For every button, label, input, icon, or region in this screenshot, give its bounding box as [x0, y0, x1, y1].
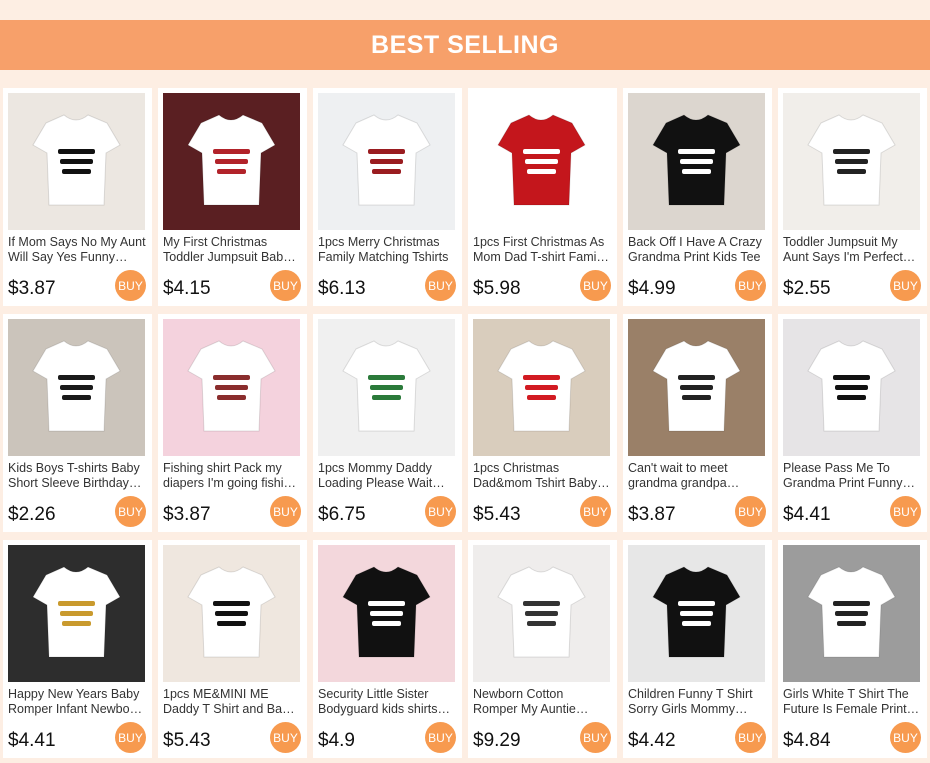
product-price: $3.87 — [163, 504, 211, 525]
product-card[interactable]: Kids Boys T-shirts Baby Short Sleeve Bir… — [3, 314, 152, 532]
product-name[interactable]: Fishing shirt Pack my diapers I'm going … — [163, 461, 301, 491]
product-name[interactable]: 1pcs ME&MINI ME Daddy T Shirt and Baby R… — [163, 687, 301, 717]
product-card[interactable]: Girls White T Shirt The Future Is Female… — [778, 540, 927, 758]
product-price: $4.41 — [783, 504, 831, 525]
product-image[interactable] — [473, 319, 610, 456]
product-card[interactable]: 1pcs First Christmas As Mom Dad T-shirt … — [468, 88, 617, 306]
product-name[interactable]: Girls White T Shirt The Future Is Female… — [783, 687, 921, 717]
product-image[interactable] — [628, 545, 765, 682]
best-selling-banner: BEST SELLING — [0, 20, 930, 70]
product-card[interactable]: Can't wait to meet grandma grandpa pregn… — [623, 314, 772, 532]
product-name[interactable]: 1pcs Mommy Daddy Loading Please Wait Pre… — [318, 461, 456, 491]
product-image[interactable] — [163, 319, 300, 456]
product-name[interactable]: 1pcs First Christmas As Mom Dad T-shirt … — [473, 235, 611, 265]
product-card[interactable]: My First Christmas Toddler Jumpsuit Baby… — [158, 88, 307, 306]
product-price: $2.26 — [8, 504, 56, 525]
product-card[interactable]: Fishing shirt Pack my diapers I'm going … — [158, 314, 307, 532]
product-price: $2.55 — [783, 278, 831, 299]
section-title: BEST SELLING — [371, 30, 559, 59]
product-card[interactable]: 1pcs ME&MINI ME Daddy T Shirt and Baby R… — [158, 540, 307, 758]
product-image[interactable] — [473, 545, 610, 682]
product-price: $4.15 — [163, 278, 211, 299]
product-name[interactable]: Newborn Cotton Romper My Auntie Loves Me… — [473, 687, 611, 717]
buy-button[interactable]: BUY — [890, 722, 921, 753]
product-card[interactable]: Children Funny T Shirt Sorry Girls Mommy… — [623, 540, 772, 758]
buy-button[interactable]: BUY — [115, 496, 146, 527]
buy-button[interactable]: BUY — [270, 722, 301, 753]
product-image[interactable] — [8, 93, 145, 230]
buy-button[interactable]: BUY — [735, 722, 766, 753]
product-name[interactable]: Children Funny T Shirt Sorry Girls Mommy… — [628, 687, 766, 717]
buy-button[interactable]: BUY — [270, 270, 301, 301]
buy-button[interactable]: BUY — [580, 722, 611, 753]
product-name[interactable]: Can't wait to meet grandma grandpa pregn… — [628, 461, 766, 491]
product-image[interactable] — [628, 319, 765, 456]
product-image[interactable] — [783, 545, 920, 682]
buy-button[interactable]: BUY — [735, 496, 766, 527]
buy-button[interactable]: BUY — [425, 722, 456, 753]
product-grid: If Mom Says No My Aunt Will Say Yes Funn… — [3, 88, 927, 758]
product-image[interactable] — [783, 319, 920, 456]
product-image[interactable] — [163, 545, 300, 682]
product-image[interactable] — [8, 319, 145, 456]
buy-button[interactable]: BUY — [270, 496, 301, 527]
buy-button[interactable]: BUY — [890, 496, 921, 527]
product-card[interactable]: 1pcs Christmas Dad&mom Tshirt Baby Rompe… — [468, 314, 617, 532]
product-price: $4.99 — [628, 278, 676, 299]
product-price: $6.13 — [318, 278, 366, 299]
product-name[interactable]: Security Little Sister Bodyguard kids sh… — [318, 687, 456, 717]
product-image[interactable] — [628, 93, 765, 230]
product-card[interactable]: Back Off I Have A Crazy Grandma Print Ki… — [623, 88, 772, 306]
buy-button[interactable]: BUY — [580, 496, 611, 527]
product-name[interactable]: 1pcs Merry Christmas Family Matching Tsh… — [318, 235, 456, 265]
product-name[interactable]: Happy New Years Baby Romper Infant Newbo… — [8, 687, 146, 717]
product-image[interactable] — [8, 545, 145, 682]
product-price: $3.87 — [8, 278, 56, 299]
product-image[interactable] — [318, 545, 455, 682]
product-image[interactable] — [473, 93, 610, 230]
product-image[interactable] — [318, 93, 455, 230]
product-name[interactable]: Back Off I Have A Crazy Grandma Print Ki… — [628, 235, 766, 265]
product-card[interactable]: Security Little Sister Bodyguard kids sh… — [313, 540, 462, 758]
product-card[interactable]: 1pcs Merry Christmas Family Matching Tsh… — [313, 88, 462, 306]
product-card[interactable]: Happy New Years Baby Romper Infant Newbo… — [3, 540, 152, 758]
buy-button[interactable]: BUY — [115, 270, 146, 301]
product-price: $4.41 — [8, 730, 56, 751]
product-price: $6.75 — [318, 504, 366, 525]
product-name[interactable]: Toddler Jumpsuit My Aunt Says I'm Perfec… — [783, 235, 921, 265]
product-image[interactable] — [318, 319, 455, 456]
product-image[interactable] — [783, 93, 920, 230]
buy-button[interactable]: BUY — [735, 270, 766, 301]
product-name[interactable]: My First Christmas Toddler Jumpsuit Baby… — [163, 235, 301, 265]
buy-button[interactable]: BUY — [580, 270, 611, 301]
product-card[interactable]: 1pcs Mommy Daddy Loading Please Wait Pre… — [313, 314, 462, 532]
product-price: $4.42 — [628, 730, 676, 751]
product-price: $5.43 — [473, 504, 521, 525]
product-price: $4.84 — [783, 730, 831, 751]
product-name[interactable]: If Mom Says No My Aunt Will Say Yes Funn… — [8, 235, 146, 265]
product-price: $9.29 — [473, 730, 521, 751]
product-price: $5.43 — [163, 730, 211, 751]
buy-button[interactable]: BUY — [890, 270, 921, 301]
product-price: $3.87 — [628, 504, 676, 525]
buy-button[interactable]: BUY — [115, 722, 146, 753]
product-name[interactable]: Please Pass Me To Grandma Print Funny Ba… — [783, 461, 921, 491]
product-name[interactable]: Kids Boys T-shirts Baby Short Sleeve Bir… — [8, 461, 146, 491]
product-card[interactable]: Newborn Cotton Romper My Auntie Loves Me… — [468, 540, 617, 758]
product-name[interactable]: 1pcs Christmas Dad&mom Tshirt Baby Rompe… — [473, 461, 611, 491]
buy-button[interactable]: BUY — [425, 270, 456, 301]
product-price: $5.98 — [473, 278, 521, 299]
product-image[interactable] — [163, 93, 300, 230]
buy-button[interactable]: BUY — [425, 496, 456, 527]
product-price: $4.9 — [318, 730, 355, 751]
product-card[interactable]: If Mom Says No My Aunt Will Say Yes Funn… — [3, 88, 152, 306]
product-card[interactable]: Toddler Jumpsuit My Aunt Says I'm Perfec… — [778, 88, 927, 306]
product-card[interactable]: Please Pass Me To Grandma Print Funny Ba… — [778, 314, 927, 532]
